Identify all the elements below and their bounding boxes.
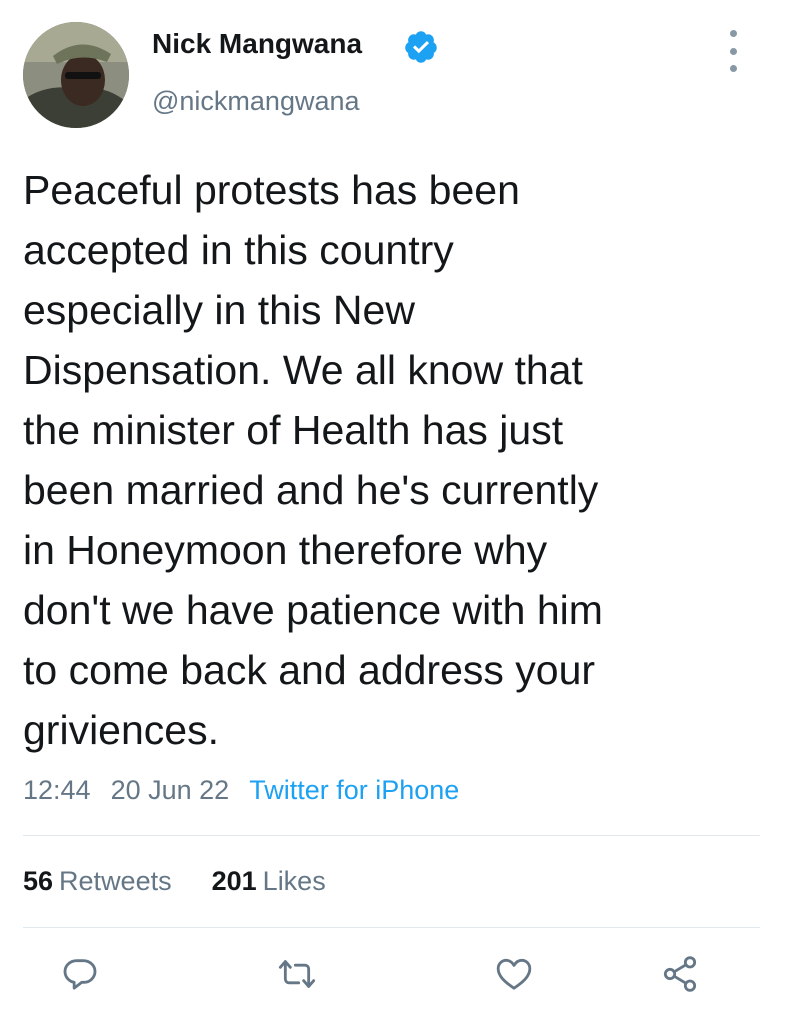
tweet-text-line: in Honeymoon therefore why [23, 527, 548, 573]
tweet-text-line: been married and he's currently [23, 467, 599, 513]
tweet-text-line: Peaceful protests has been [23, 167, 520, 213]
retweet-button[interactable] [273, 950, 321, 998]
more-options-icon[interactable] [718, 30, 748, 72]
tweet-date: 20 Jun 22 [110, 775, 230, 805]
tweet-text-line: especially in this New [23, 287, 415, 333]
tweet-text-line: don't we have patience with him [23, 587, 603, 633]
likes-count: 201 [211, 866, 257, 896]
divider [23, 835, 760, 836]
likes-label: Likes [262, 866, 326, 896]
share-button[interactable] [656, 950, 704, 998]
tweet-text: Peaceful protests has been accepted in t… [23, 160, 783, 760]
tweet-stats: 56 Retweets 201 Likes [23, 866, 326, 897]
tweet-text-line: griviences. [23, 707, 219, 753]
tweet-meta: 12:44 20 Jun 22 Twitter for iPhone [23, 775, 459, 806]
tweet-time: 12:44 [23, 775, 91, 805]
avatar-image [23, 22, 129, 128]
share-icon [663, 956, 697, 992]
tweet-text-line: to come back and address your [23, 647, 596, 693]
retweets-label: Retweets [59, 866, 172, 896]
avatar[interactable] [23, 22, 129, 128]
tweet-text-line: the minister of Health has just [23, 407, 564, 453]
retweets-stat[interactable]: 56 Retweets [23, 866, 172, 896]
user-handle[interactable]: @nickmangwana [152, 86, 360, 117]
retweets-count: 56 [23, 866, 54, 896]
heart-icon [496, 958, 532, 990]
reply-button[interactable] [56, 950, 104, 998]
reply-icon [63, 959, 97, 990]
tweet-text-line: accepted in this country [23, 227, 454, 273]
retweet-icon [278, 960, 316, 988]
likes-stat[interactable]: 201 Likes [212, 866, 326, 896]
like-button[interactable] [490, 950, 538, 998]
tweet-source-link[interactable]: Twitter for iPhone [249, 775, 459, 805]
tweet-text-line: Dispensation. We all know that [23, 347, 583, 393]
display-name[interactable]: Nick Mangwana [152, 28, 362, 60]
divider [23, 927, 760, 928]
verified-badge-icon [403, 29, 439, 65]
